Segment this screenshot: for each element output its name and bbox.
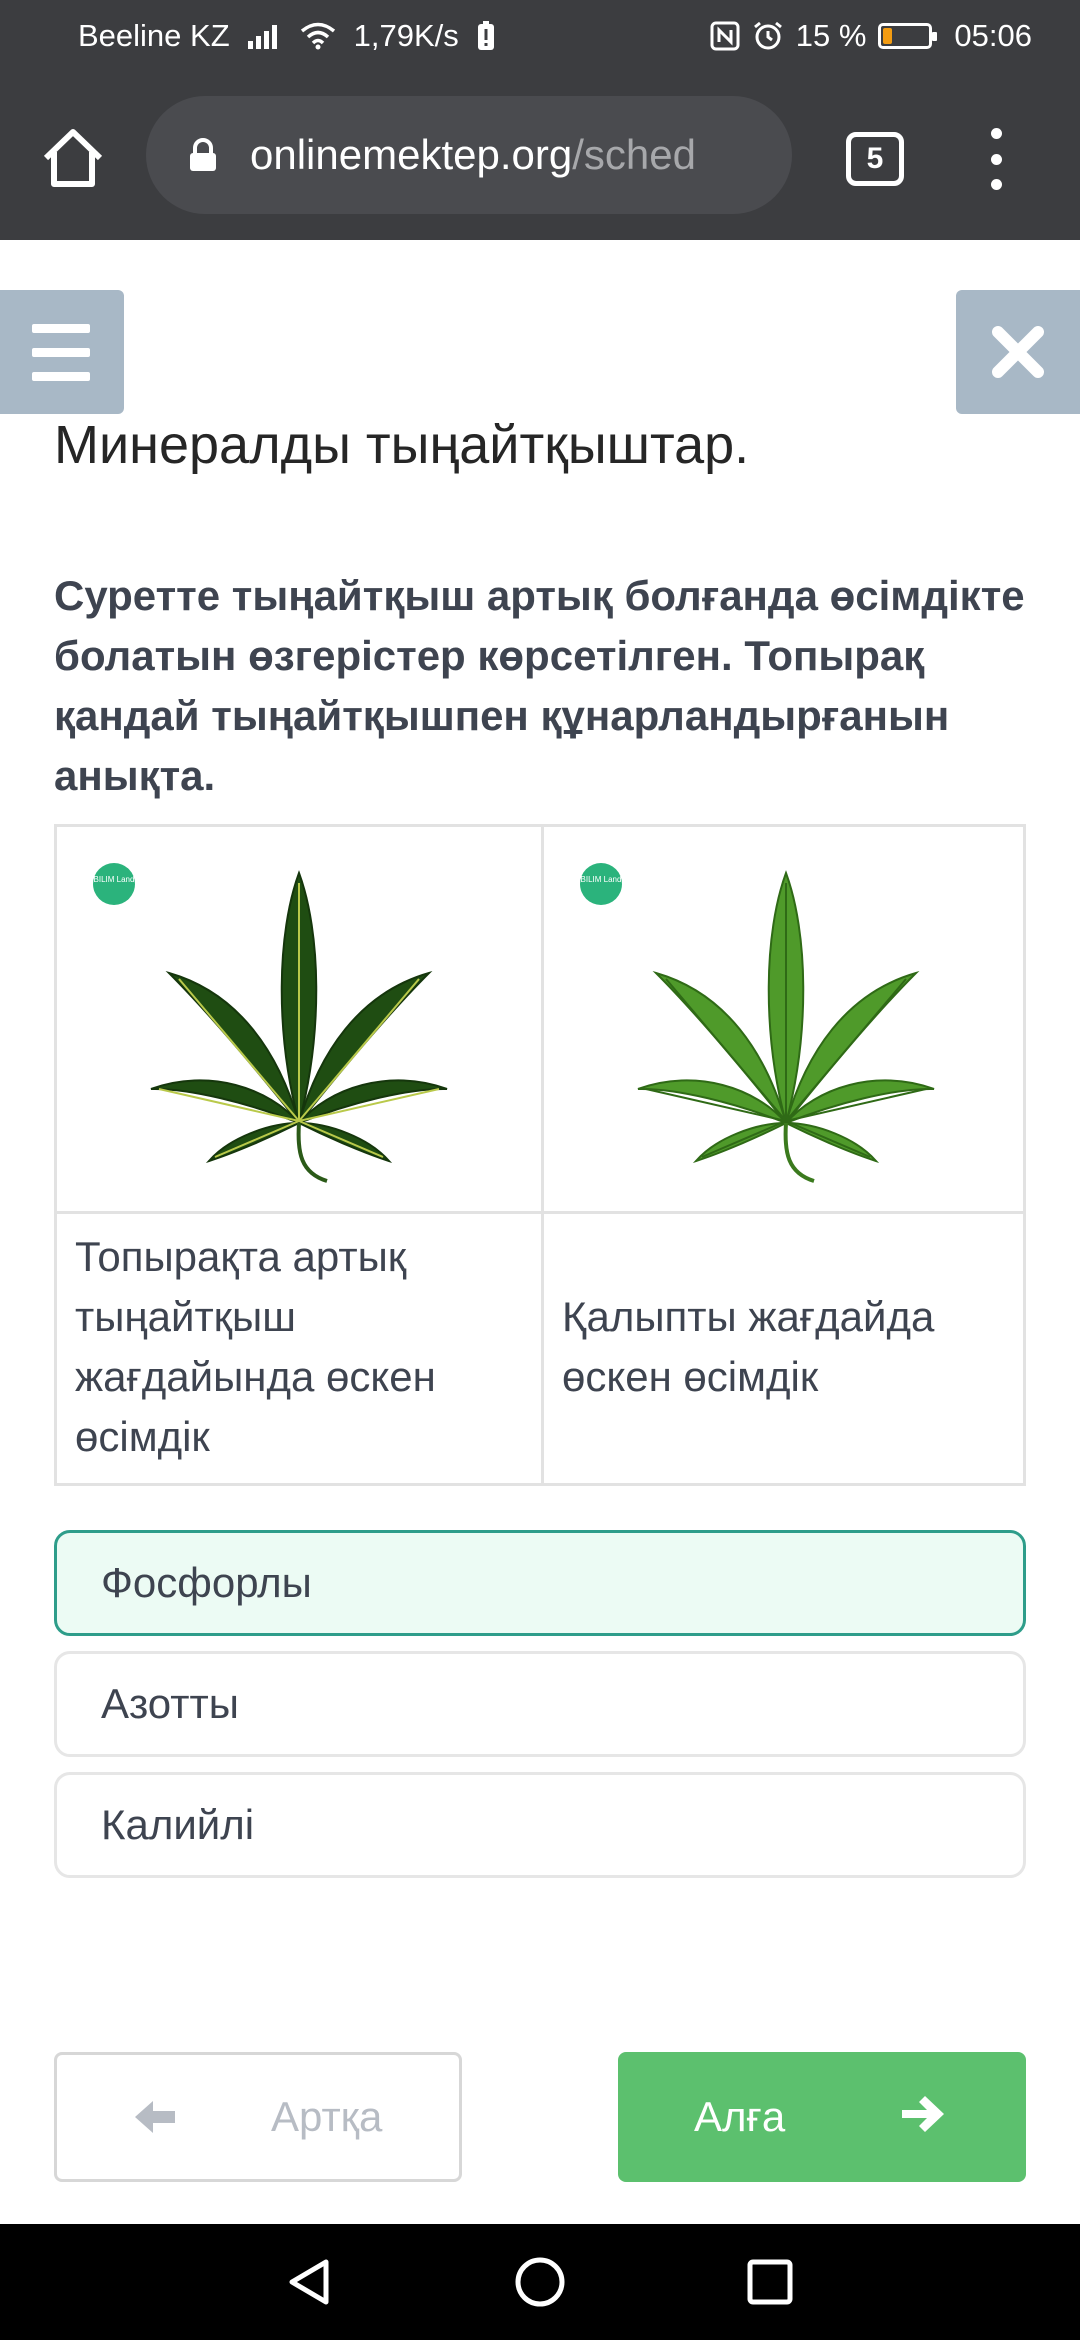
answer-option[interactable]: Азотты (54, 1651, 1026, 1757)
green-leaf-image (637, 870, 935, 1183)
url-domain: onlinemektep.org (250, 131, 573, 178)
caption-normal: Қалыпты жағдайда өскен өсімдік (562, 1293, 935, 1400)
battery-icon (878, 23, 938, 49)
hamburger-icon (32, 324, 90, 333)
status-bar: Beeline KZ 1,79K/s 15 % 05:06 (0, 0, 1080, 72)
clock: 05:06 (954, 18, 1032, 53)
lock-icon (190, 138, 216, 171)
nfc-icon (710, 21, 740, 51)
close-icon (992, 326, 1044, 378)
alarm-icon (753, 21, 782, 50)
arrow-left-icon (135, 2101, 175, 2133)
answer-option-label: Калийлі (101, 1801, 255, 1848)
more-menu-icon[interactable] (978, 124, 1014, 194)
normal-plant-image-cell: BILIM Land (544, 827, 1028, 1211)
recents-square-icon[interactable] (744, 2256, 796, 2308)
home-icon[interactable] (38, 122, 108, 192)
url-path: /sched (572, 131, 696, 178)
bilimland-logo: BILIM Land (93, 863, 135, 905)
back-button[interactable]: Артқа (54, 2052, 462, 2182)
tab-switcher-button[interactable]: 5 (846, 132, 904, 186)
bilimland-logo: BILIM Land (580, 863, 622, 905)
answer-option-label: Фосфорлы (101, 1559, 312, 1606)
excess-fertilizer-image-cell: BILIM Land (57, 827, 541, 1211)
answer-option[interactable]: Калийлі (54, 1772, 1026, 1878)
lesson-title: Минералды тыңайтқыштар. (54, 415, 750, 475)
home-circle-icon[interactable] (514, 2256, 566, 2308)
wifi-icon (300, 22, 335, 50)
system-navigation-bar (0, 2224, 1080, 2340)
tab-count: 5 (866, 142, 884, 175)
answer-option-label: Азотты (101, 1680, 239, 1727)
comparison-table: BILIM Land BILIM Land Топырақта артық ты… (54, 824, 1026, 1486)
answer-option[interactable]: Фосфорлы (54, 1530, 1026, 1636)
browser-toolbar: onlinemektep.org /sched 5 (0, 72, 1080, 240)
back-triangle-icon[interactable] (284, 2256, 336, 2308)
signal-icon (247, 25, 277, 49)
next-button-label: Алға (694, 2093, 786, 2140)
caption-excess: Топырақта артық тыңайтқыш жағдайында өск… (75, 1233, 436, 1460)
back-button-label: Артқа (271, 2093, 383, 2140)
address-bar[interactable]: onlinemektep.org /sched (146, 96, 792, 214)
battery-percent: 15 % (795, 18, 867, 53)
dark-leaf-image (150, 870, 448, 1183)
arrow-right-icon (902, 2096, 944, 2132)
carrier-name: Beeline KZ (78, 18, 230, 53)
menu-button[interactable] (0, 290, 124, 414)
network-speed: 1,79K/s (353, 18, 459, 53)
next-button[interactable]: Алға (618, 2052, 1026, 2182)
question-text: Суретте тыңайтқыш артық болғанда өсімдік… (54, 572, 1025, 799)
battery-alert-icon (477, 21, 494, 50)
close-button[interactable] (956, 290, 1080, 414)
